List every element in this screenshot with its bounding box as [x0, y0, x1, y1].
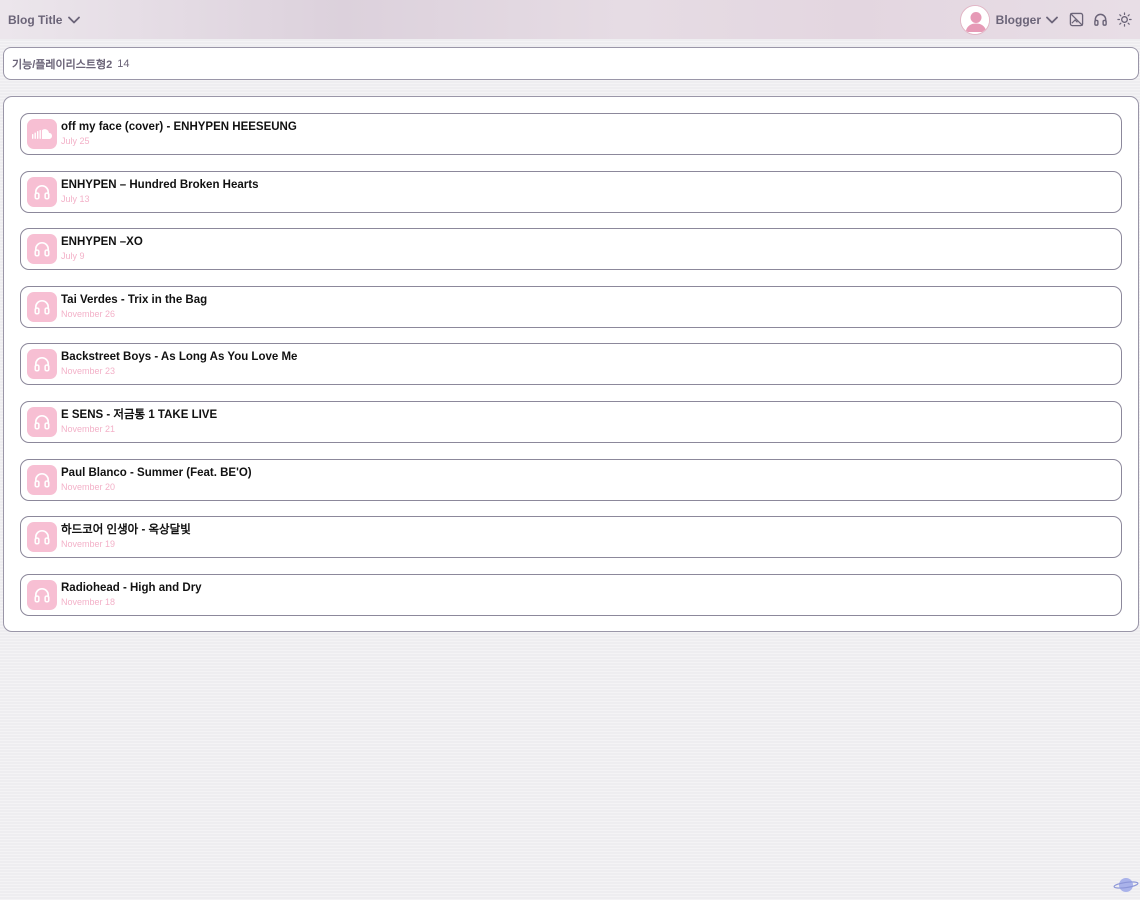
planet-icon[interactable] [1113, 874, 1139, 896]
playlist-item[interactable]: Tai Verdes - Trix in the Bag November 26 [20, 285, 1122, 328]
top-bar: Blog Title Blogger [0, 0, 1140, 39]
headphones-icon [27, 176, 57, 207]
playlist-item[interactable]: Backstreet Boys - As Long As You Love Me… [20, 343, 1122, 386]
playlist-item[interactable]: off my face (cover) - ENHYPEN HEESEUNG Ju… [20, 113, 1122, 155]
blog-title: Blog Title [8, 12, 63, 27]
playlist-item-text: ENHYPEN – Hundred Broken Hearts July 13 [61, 178, 258, 206]
playlist-item-text: Tai Verdes - Trix in the Bag November 26 [61, 293, 207, 321]
headphones-icon [27, 464, 57, 495]
headphones-icon [27, 291, 57, 322]
playlist-item[interactable]: ENHYPEN – Hundred Broken Hearts July 13 [20, 170, 1122, 213]
playlist-list: off my face (cover) - ENHYPEN HEESEUNG Ju… [20, 113, 1122, 631]
soundcloud-icon [27, 119, 57, 149]
playlist-item-date: November 18 [61, 596, 116, 607]
playlist-item-date: November 19 [61, 539, 116, 550]
sun-icon[interactable] [1112, 8, 1136, 32]
playlist-item-text: Backstreet Boys - As Long As You Love Me… [61, 350, 297, 378]
user-name: Blogger [995, 12, 1041, 27]
playlist-item-title[interactable]: Paul Blanco - Summer (Feat. BE'O) [61, 466, 252, 480]
playlist-item-title[interactable]: 하드코어 인생아 - 옥상달빛 [61, 523, 191, 537]
playlist-item-title[interactable]: Tai Verdes - Trix in the Bag [61, 293, 207, 307]
chevron-down-icon [68, 13, 81, 27]
playlist-item-text: Radiohead - High and Dry November 18 [61, 581, 202, 609]
playlist-item-date: July 9 [61, 251, 85, 262]
playlist-item-text: off my face (cover) - ENHYPEN HEESEUNG Ju… [61, 120, 297, 148]
headphones-icon [27, 522, 57, 553]
playlist-item-title[interactable]: Backstreet Boys - As Long As You Love Me [61, 350, 297, 364]
playlist-item[interactable]: Paul Blanco - Summer (Feat. BE'O) Novembe… [20, 458, 1122, 501]
headphones-icon [27, 579, 57, 610]
playlist-item-text: 하드코어 인생아 - 옥상달빛 November 19 [61, 523, 191, 551]
playlist-item-date: November 20 [61, 481, 116, 492]
playlist-item-title[interactable]: off my face (cover) - ENHYPEN HEESEUNG [61, 120, 297, 134]
headphones-icon[interactable] [1088, 8, 1112, 32]
playlist-item-date: November 21 [61, 423, 116, 434]
blog-title-menu[interactable]: Blog Title [8, 12, 81, 27]
playlist-panel: off my face (cover) - ENHYPEN HEESEUNG Ju… [3, 96, 1139, 632]
playlist-item-date: November 23 [61, 366, 116, 377]
playlist-item[interactable]: 하드코어 인생아 - 옥상달빛 November 19 [20, 516, 1122, 559]
post-count: 14 [117, 57, 130, 70]
category-path-link[interactable]: 기능/플레이리스트형2 [12, 56, 112, 72]
chevron-down-icon [1046, 11, 1058, 29]
playlist-item[interactable]: Radiohead - High and Dry November 18 [20, 573, 1122, 616]
playlist-item[interactable]: ENHYPEN –XO July 9 [20, 228, 1122, 271]
playlist-item-title[interactable]: ENHYPEN –XO [61, 235, 143, 249]
no-image-icon[interactable] [1064, 8, 1088, 32]
playlist-item-text: E SENS - 저금통 1 TAKE LIVE November 21 [61, 408, 217, 436]
playlist-item-date: July 25 [61, 136, 90, 146]
breadcrumb: 기능/플레이리스트형2 14 [3, 47, 1139, 80]
headphones-icon [27, 349, 57, 380]
user-menu[interactable]: Blogger [959, 4, 1058, 35]
playlist-item[interactable]: E SENS - 저금통 1 TAKE LIVE November 21 [20, 400, 1122, 443]
playlist-item-title[interactable]: ENHYPEN – Hundred Broken Hearts [61, 178, 258, 192]
playlist-item-date: July 13 [61, 193, 90, 204]
user-avatar-icon [959, 4, 990, 35]
playlist-item-text: ENHYPEN –XO July 9 [61, 235, 143, 263]
headphones-icon [27, 234, 57, 265]
playlist-item-text: Paul Blanco - Summer (Feat. BE'O) Novembe… [61, 466, 252, 494]
headphones-icon [27, 406, 57, 437]
playlist-item-title[interactable]: Radiohead - High and Dry [61, 581, 202, 595]
playlist-item-title[interactable]: E SENS - 저금통 1 TAKE LIVE [61, 408, 217, 422]
playlist-item-date: November 26 [61, 308, 116, 319]
